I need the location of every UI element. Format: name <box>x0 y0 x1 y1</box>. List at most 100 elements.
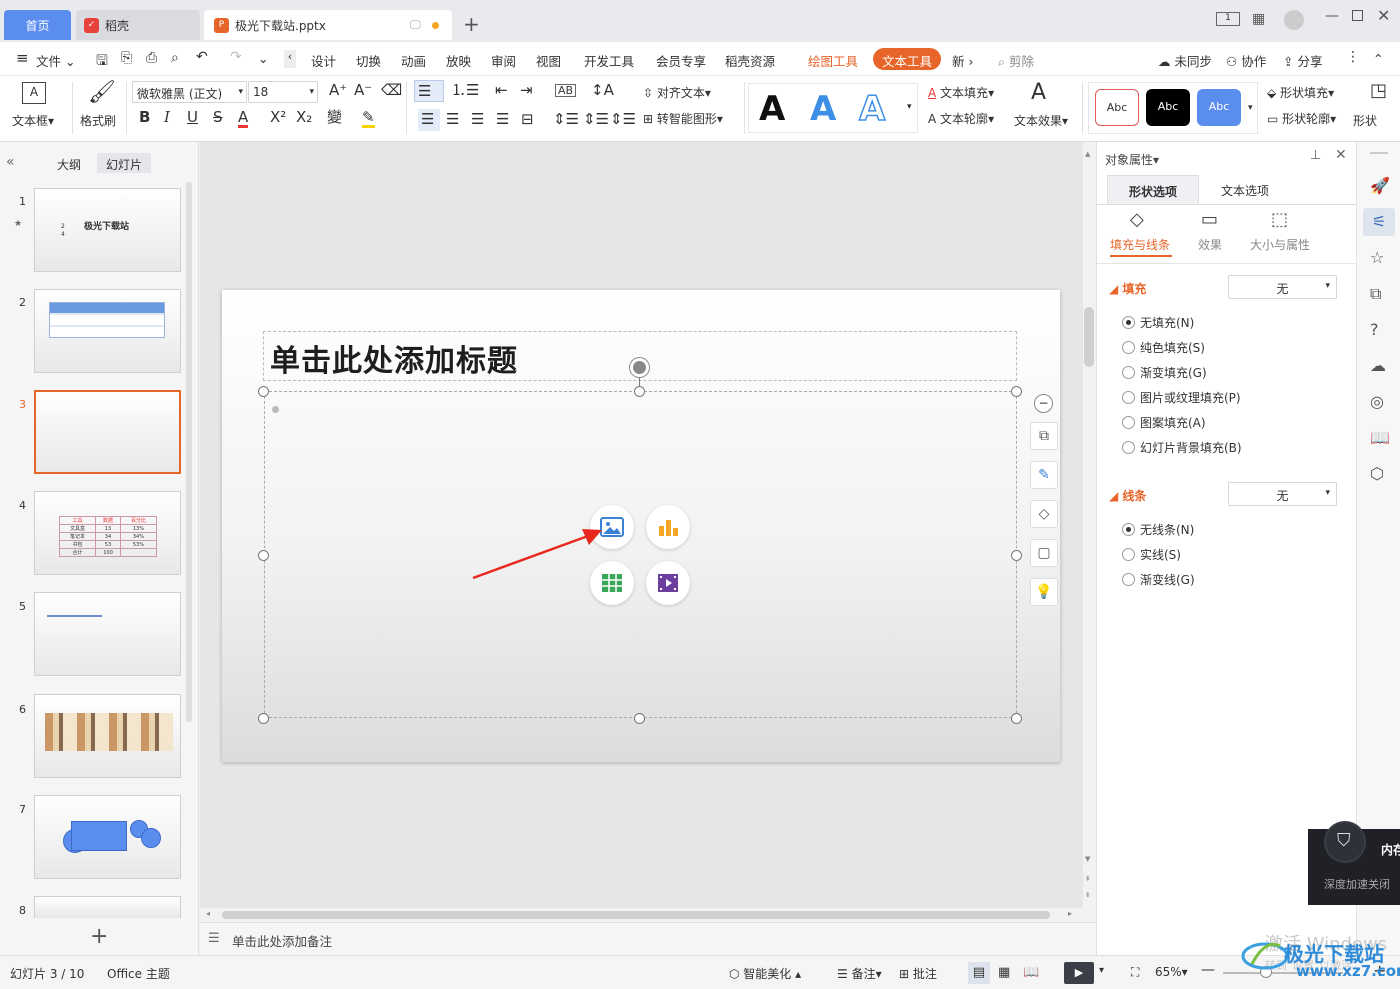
line-section-header[interactable]: ◢ 线条 <box>1109 487 1146 504</box>
scroll-right-arrow-icon[interactable]: ▸ <box>1068 909 1072 918</box>
numbering-icon[interactable]: ⒈☰ <box>451 83 479 98</box>
play-slideshow-button[interactable]: ▶ <box>1064 962 1094 984</box>
radio-gradient-line[interactable]: 渐变线(G) <box>1122 571 1195 588</box>
file-menu[interactable]: 文件 ⌄ <box>36 51 75 70</box>
undo-icon[interactable]: ↶ <box>196 49 208 65</box>
menu-developer[interactable]: 开发工具 <box>584 51 634 70</box>
slide-thumbnail-5[interactable] <box>34 592 181 676</box>
add-slide-button[interactable]: + <box>90 924 108 949</box>
close-panel-icon[interactable]: ✕ <box>1335 147 1347 163</box>
phonetic-icon[interactable]: 變 <box>327 110 342 125</box>
shape-gallery-more-icon[interactable]: ▾ <box>1248 103 1253 113</box>
book-icon[interactable]: 📖 <box>1370 428 1390 447</box>
shape-style-gallery[interactable]: Abc Abc Abc ▾ <box>1088 82 1258 134</box>
notes-placeholder[interactable]: 单击此处添加备注 <box>232 931 332 950</box>
thumbnails-scrollbar[interactable] <box>186 182 192 722</box>
radio-no-fill[interactable]: 无填充(N) <box>1122 314 1194 331</box>
subtab-effect[interactable]: 效果 <box>1198 236 1222 253</box>
export-icon[interactable]: ⎘ <box>121 50 132 66</box>
text-direction-icon[interactable]: AB <box>555 84 577 97</box>
format-painter-icon[interactable]: 🖌 <box>88 82 116 104</box>
radio-no-line[interactable]: 无线条(N) <box>1122 521 1194 538</box>
collapse-panel-icon[interactable]: « <box>6 154 15 170</box>
menu-transition[interactable]: 切换 <box>356 51 381 70</box>
scroll-left-icon[interactable]: ‹ <box>284 50 296 68</box>
radio-circle[interactable] <box>1122 316 1135 329</box>
speedup-toast[interactable]: ⛉ 内存 深度加速关闭 <box>1308 821 1400 905</box>
radio-circle[interactable] <box>1122 523 1135 536</box>
text-style-blue[interactable]: A <box>810 89 836 129</box>
radio-circle[interactable] <box>1122 341 1135 354</box>
insert-chart-button[interactable] <box>646 505 690 549</box>
shape-style-blue[interactable]: Abc <box>1197 89 1241 126</box>
resize-handle[interactable] <box>1011 713 1022 724</box>
sync-status[interactable]: ☁ 未同步 <box>1158 51 1212 70</box>
menu-daoke-resources[interactable]: 稻壳资源 <box>725 51 775 70</box>
idea-button[interactable]: 💡 <box>1030 578 1058 606</box>
menu-animation[interactable]: 动画 <box>401 51 426 70</box>
line-select[interactable]: 无 ▾ <box>1228 482 1337 506</box>
subtab-size-properties[interactable]: 大小与属性 <box>1250 236 1310 253</box>
menu-view[interactable]: 视图 <box>536 51 561 70</box>
resize-handle[interactable] <box>1011 386 1022 397</box>
layers-button[interactable]: ⧉ <box>1030 422 1058 450</box>
resize-handle[interactable] <box>1011 550 1022 561</box>
copy-icon[interactable]: ⧉ <box>1370 284 1381 304</box>
rotate-handle-icon[interactable] <box>630 358 649 377</box>
fill-section-header[interactable]: ◢ 填充 <box>1109 280 1146 297</box>
resize-handle[interactable] <box>258 386 269 397</box>
superscript-icon[interactable]: X² <box>270 110 286 125</box>
minimize-button[interactable]: — <box>1325 8 1339 24</box>
highlight-icon[interactable]: ✎ <box>362 110 375 128</box>
resize-handle[interactable] <box>258 713 269 724</box>
properties-header[interactable]: 对象属性▾ <box>1105 151 1159 168</box>
radio-circle[interactable] <box>1122 441 1135 454</box>
paragraph-spacing-icon[interactable]: ⇕☰ <box>583 112 609 127</box>
redo-icon[interactable]: ↷ <box>230 49 242 65</box>
text-effect-icon[interactable]: A <box>1031 82 1046 104</box>
radio-gradient-fill[interactable]: 渐变填充(G) <box>1122 364 1207 381</box>
justify-icon[interactable]: ☰ <box>496 112 509 127</box>
scroll-thumb[interactable] <box>1084 307 1094 367</box>
radio-circle[interactable] <box>1122 391 1135 404</box>
slide-thumbnail-1[interactable]: 极光下载站 24 <box>34 188 181 272</box>
play-options-icon[interactable]: ▾ <box>1099 965 1104 976</box>
eraser-button[interactable]: ◇ <box>1030 500 1058 528</box>
font-size-select[interactable]: 18 ▾ <box>248 81 318 103</box>
close-window-button[interactable]: ✕ <box>1377 6 1390 25</box>
smart-beautify-button[interactable]: ⬡ 智能美化 ▴ <box>729 965 801 982</box>
preview-icon[interactable]: ⌕ <box>171 50 179 66</box>
shape-style-red-outline[interactable]: Abc <box>1095 89 1139 126</box>
resize-handle[interactable] <box>634 713 645 724</box>
collapse-ribbon-icon[interactable]: ⌃ <box>1373 51 1383 66</box>
cloud-icon[interactable]: ☁ <box>1370 356 1386 375</box>
pin-icon[interactable]: ⊥ <box>1310 148 1321 163</box>
text-fill-button[interactable]: A 文本填充▾ <box>928 84 994 101</box>
tab-slides[interactable]: 幻灯片 <box>97 153 151 173</box>
textbox-button[interactable]: 文本框▾ <box>12 112 54 129</box>
prev-slide-icon[interactable]: ⇞ <box>1085 875 1091 883</box>
radio-solid-fill[interactable]: 纯色填充(S) <box>1122 339 1205 356</box>
cut-search[interactable]: ⌕ 剪除 <box>998 51 1034 70</box>
save-icon[interactable]: 🖫 <box>96 50 108 74</box>
menu-slideshow[interactable]: 放映 <box>446 51 471 70</box>
insert-video-button[interactable] <box>646 561 690 605</box>
print-icon[interactable]: ⎙ <box>146 50 157 66</box>
menu-more[interactable]: 新 › <box>952 51 974 70</box>
slide-thumbnail-3[interactable] <box>34 390 181 474</box>
normal-view-icon[interactable]: ▤ <box>968 962 990 984</box>
bullets-icon[interactable]: ☰ <box>414 80 444 102</box>
menu-text-tools[interactable]: 文本工具 <box>873 48 941 70</box>
share-button[interactable]: ⇪ 分享 <box>1283 51 1322 70</box>
tab-shape-options[interactable]: 形状选项 <box>1107 175 1199 205</box>
cube-icon[interactable]: ⬡ <box>1370 464 1384 483</box>
next-slide-icon[interactable]: ⇟ <box>1085 891 1091 899</box>
help-icon[interactable]: ? <box>1370 320 1379 339</box>
gallery-more-icon[interactable]: ▾ <box>907 102 912 112</box>
tab-home[interactable]: 首页 <box>4 10 71 40</box>
shape-effect-icon[interactable]: ◳ <box>1370 82 1387 100</box>
properties-toggle-icon[interactable]: ⚟ <box>1363 208 1395 236</box>
new-tab-button[interactable]: + <box>463 12 480 36</box>
zoom-level[interactable]: 65%▾ <box>1155 965 1188 979</box>
subscript-icon[interactable]: X₂ <box>296 110 312 125</box>
